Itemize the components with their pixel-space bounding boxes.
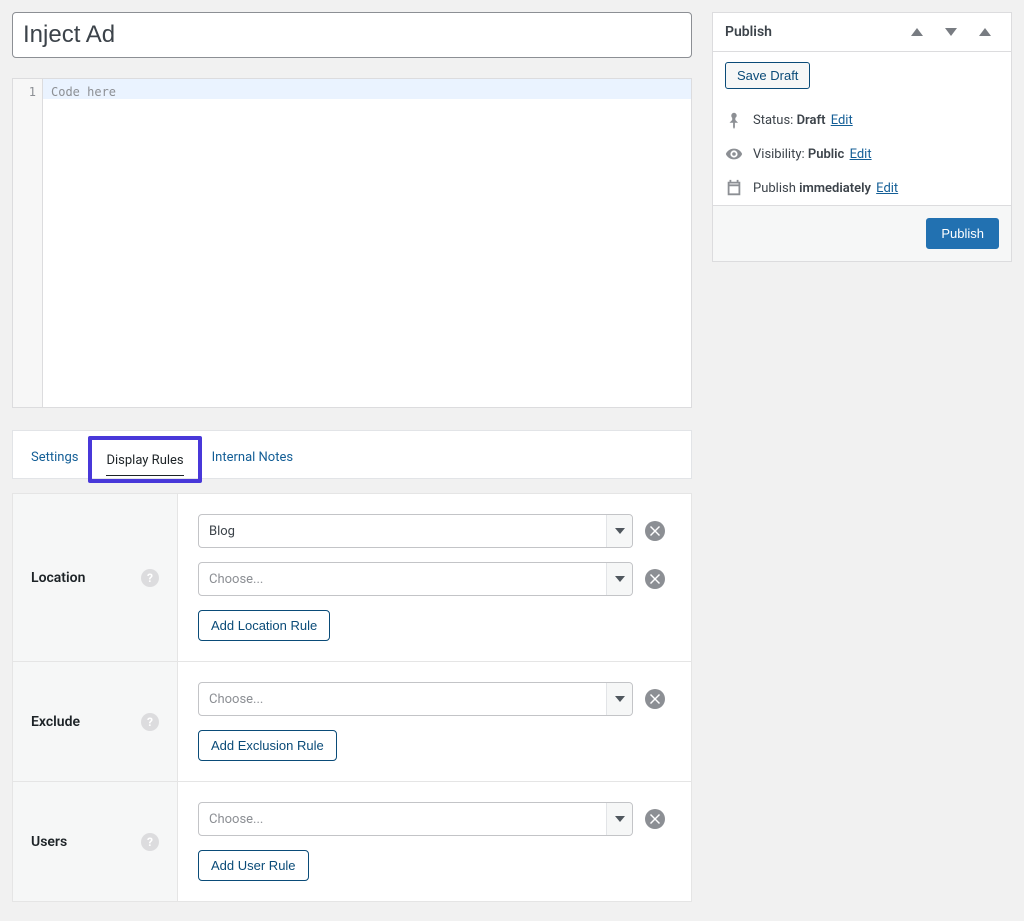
visibility-row: Visibility: Public Edit [725,137,999,171]
remove-rule-button[interactable] [645,569,665,589]
location-select-1[interactable]: Choose... [198,562,633,596]
code-editor[interactable]: 1 Code here [12,78,692,408]
schedule-row: Publish immediately Edit [725,171,999,205]
location-select-0[interactable]: Blog [198,514,633,548]
code-gutter: 1 [13,79,43,407]
display-rules-panel: Location ? Blog [12,493,692,902]
status-text: Status: Draft Edit [753,113,853,128]
users-select-0[interactable]: Choose... [198,802,633,836]
rule-row: Choose... [198,682,671,716]
chevron-down-icon [606,515,632,547]
add-exclusion-rule-button[interactable]: Add Exclusion Rule [198,730,337,761]
rule-label-location: Location ? [13,494,178,661]
status-value: Draft [797,113,826,128]
post-title-input[interactable] [12,12,692,58]
pin-icon [725,111,743,129]
rule-label-text: Users [31,834,67,850]
publish-button[interactable]: Publish [926,218,999,249]
chevron-down-icon [606,683,632,715]
rule-body-location: Blog Choose... [178,494,691,661]
chevron-down-icon [606,803,632,835]
select-value: Choose... [209,692,263,707]
code-line[interactable]: Code here [43,79,691,99]
visibility-text: Visibility: Public Edit [753,147,872,162]
rule-row: Choose... [198,802,671,836]
publish-inside: Save Draft Status: Draft Edit [713,52,1011,205]
remove-rule-button[interactable] [645,521,665,541]
schedule-label: Publish [753,181,796,196]
add-location-rule-button[interactable]: Add Location Rule [198,610,330,641]
rule-body-exclude: Choose... Add Exclusion Rule [178,662,691,781]
select-value: Choose... [209,812,263,827]
tab-internal-notes[interactable]: Internal Notes [210,437,295,478]
publish-handles [903,21,999,43]
toggle-icon[interactable] [971,21,999,43]
tab-display-rules[interactable]: Display Rules [88,436,201,483]
edit-schedule-link[interactable]: Edit [876,181,898,196]
edit-status-link[interactable]: Edit [831,113,853,128]
tabs: Settings Display Rules Internal Notes [12,430,692,479]
rule-row: Blog [198,514,671,548]
move-up-icon[interactable] [903,21,931,43]
visibility-value: Public [808,147,844,162]
publish-footer: Publish [713,205,1011,261]
help-icon[interactable]: ? [141,569,159,587]
select-value: Blog [209,524,235,539]
exclude-select-0[interactable]: Choose... [198,682,633,716]
eye-icon [725,145,743,163]
move-down-icon[interactable] [937,21,965,43]
rule-label-users: Users ? [13,782,178,901]
code-lines[interactable]: Code here [43,79,691,407]
schedule-text: Publish immediately Edit [753,181,898,196]
edit-visibility-link[interactable]: Edit [850,147,872,162]
gutter-line: 1 [13,85,36,99]
status-label: Status: [753,113,793,128]
rule-label-text: Exclude [31,714,80,730]
add-user-rule-button[interactable]: Add User Rule [198,850,309,881]
schedule-value: immediately [799,181,871,196]
remove-rule-button[interactable] [645,809,665,829]
rule-body-users: Choose... Add User Rule [178,782,691,901]
rule-label-exclude: Exclude ? [13,662,178,781]
chevron-down-icon [606,563,632,595]
rule-section-users: Users ? Choose... [13,782,691,901]
tab-settings[interactable]: Settings [29,437,80,478]
rule-section-exclude: Exclude ? Choose... [13,662,691,782]
help-icon[interactable]: ? [141,713,159,731]
help-icon[interactable]: ? [141,833,159,851]
remove-rule-button[interactable] [645,689,665,709]
publish-box: Publish Save Draft [712,12,1012,262]
publish-header: Publish [713,13,1011,52]
publish-title: Publish [725,24,772,40]
rule-label-text: Location [31,570,85,586]
select-value: Choose... [209,572,263,587]
rule-row: Choose... [198,562,671,596]
status-row: Status: Draft Edit [725,103,999,137]
rule-section-location: Location ? Blog [13,494,691,662]
save-draft-button[interactable]: Save Draft [725,62,810,89]
visibility-label: Visibility: [753,147,805,162]
calendar-icon [725,179,743,197]
